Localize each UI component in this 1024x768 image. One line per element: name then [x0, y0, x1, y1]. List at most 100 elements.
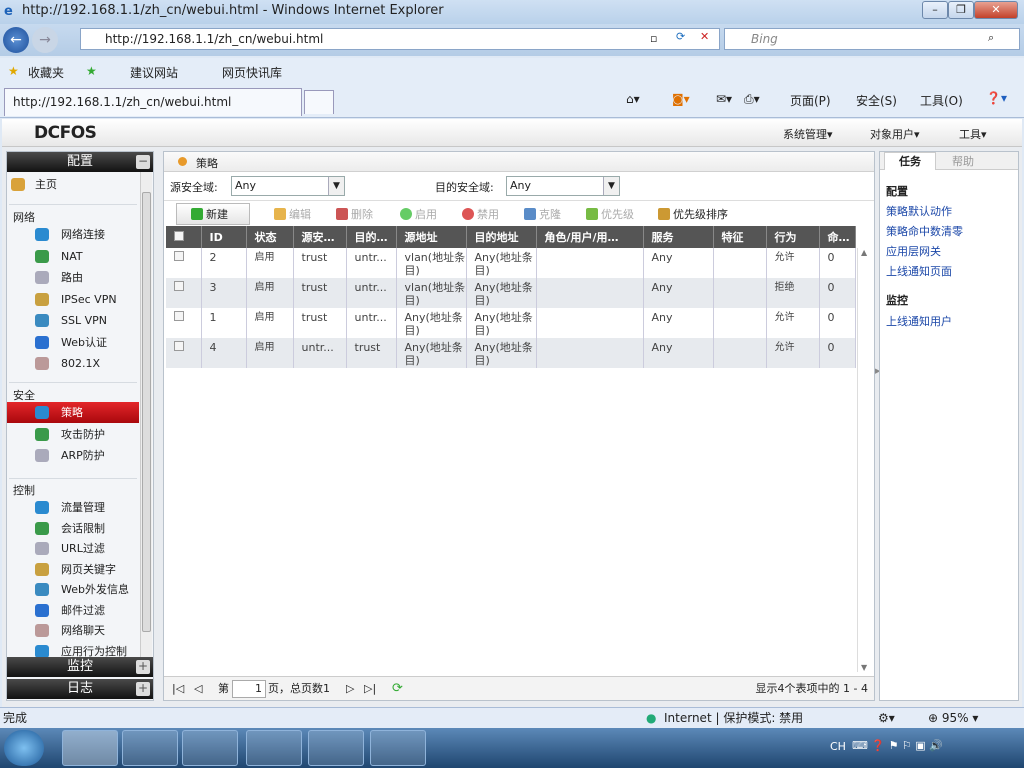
column-header[interactable]: 源地址	[396, 226, 467, 248]
sidebar-item[interactable]: URL过滤	[7, 538, 139, 559]
row-select[interactable]	[166, 338, 202, 368]
sidebar-item[interactable]: 应用行为控制	[7, 641, 139, 657]
delete-button[interactable]: 删除	[336, 204, 373, 226]
row-checkbox[interactable]	[174, 281, 184, 291]
refresh-icon[interactable]: ⟳	[392, 677, 403, 701]
sidebar-item[interactable]: 路由	[7, 267, 139, 288]
tools-menu[interactable]: 工具(O)	[920, 92, 963, 109]
table-row[interactable]: 3 启用 trust untr... vlan(地址条目) Any(地址条目) Any 拒绝 0	[166, 278, 856, 308]
refresh-icon[interactable]: ⟳	[676, 30, 685, 43]
section-config[interactable]: 配置 −	[7, 152, 153, 172]
section-monitor[interactable]: 监控 +	[7, 657, 153, 677]
sidebar-item-home[interactable]: 主页	[7, 174, 139, 195]
src-zone-select[interactable]: Any ▼	[231, 176, 345, 196]
expand-icon[interactable]: +	[136, 682, 150, 696]
back-button[interactable]: ←	[3, 27, 29, 53]
next-page-button[interactable]: ▷	[346, 677, 354, 701]
taskbar-ie[interactable]	[62, 730, 118, 766]
link-notify-page[interactable]: 上线通知页面	[886, 263, 952, 279]
new-tab-button[interactable]	[304, 90, 334, 114]
table-scrollbar[interactable]: ▲ ▼	[857, 248, 871, 672]
sidebar-item[interactable]: IPSec VPN	[7, 289, 139, 310]
help-icon[interactable]: ❓▾	[986, 91, 1007, 105]
row-checkbox[interactable]	[174, 311, 184, 321]
column-header[interactable]: 服务	[643, 226, 714, 248]
safety-menu[interactable]: 安全(S)	[856, 92, 897, 109]
dst-zone-select[interactable]: Any ▼	[506, 176, 620, 196]
sidebar-item[interactable]: 网络聊天	[7, 620, 139, 641]
suggested-sites-link[interactable]: 建议网站	[130, 64, 178, 81]
sidebar-item[interactable]: NAT	[7, 246, 139, 267]
new-button[interactable]: 新建	[176, 203, 250, 225]
priority-sort-button[interactable]: 优先级排序	[658, 204, 728, 226]
scroll-thumb[interactable]	[142, 192, 151, 632]
forward-button[interactable]: →	[32, 27, 58, 53]
mail-icon[interactable]: ✉▾	[716, 92, 732, 106]
home-icon[interactable]: ⌂▾	[626, 92, 640, 106]
column-header[interactable]: 源安…	[293, 226, 347, 248]
sidebar-scrollbar[interactable]	[140, 172, 152, 657]
chevron-down-icon[interactable]: ▼	[603, 177, 619, 195]
row-checkbox[interactable]	[174, 251, 184, 261]
feeds-icon[interactable]: ◙▾	[672, 92, 690, 106]
start-button[interactable]	[4, 730, 44, 766]
security-zone[interactable]: Internet | 保护模式: 禁用	[664, 708, 803, 728]
prev-page-button[interactable]: ◁	[194, 677, 202, 701]
disable-button[interactable]: 禁用	[462, 204, 499, 226]
link-alg[interactable]: 应用层网关	[886, 243, 941, 259]
sidebar-item[interactable]: 邮件过滤	[7, 600, 139, 621]
taskbar-media[interactable]	[182, 730, 238, 766]
tab-tasks[interactable]: 任务	[884, 152, 936, 170]
sidebar-item[interactable]: Web外发信息	[7, 579, 139, 600]
last-page-button[interactable]: ▷|	[364, 677, 376, 701]
minimize-button[interactable]: –	[922, 1, 948, 19]
chevron-down-icon[interactable]: ▼	[328, 177, 344, 195]
tab-help[interactable]: 帮助	[938, 154, 988, 170]
collapse-icon[interactable]: −	[136, 155, 150, 169]
sidebar-item[interactable]: ARP防护	[7, 445, 139, 466]
sidebar-item[interactable]: Web认证	[7, 332, 139, 353]
link-online-users[interactable]: 上线通知用户	[886, 313, 952, 329]
search-icon[interactable]: ⌕	[988, 31, 994, 45]
column-header[interactable]: 状态	[246, 226, 294, 248]
taskbar-app1[interactable]	[246, 730, 302, 766]
expand-icon[interactable]: +	[136, 660, 150, 674]
language-indicator[interactable]: CH	[830, 740, 846, 753]
favorites-button[interactable]: 收藏夹	[28, 64, 64, 81]
row-select[interactable]	[166, 278, 202, 308]
addon-icon[interactable]: ⚙▾	[878, 708, 895, 728]
priority-button[interactable]: 优先级	[586, 204, 634, 226]
table-row[interactable]: 4 启用 untr... trust Any(地址条目) Any(地址条目) Any 允许 0	[166, 338, 856, 368]
column-header[interactable]: 目的…	[346, 226, 397, 248]
sidebar-item[interactable]: 网络连接	[7, 224, 139, 245]
sidebar-item[interactable]: 会话限制	[7, 518, 139, 539]
taskbar-app2[interactable]	[308, 730, 364, 766]
maximize-button[interactable]: ❐	[948, 1, 974, 19]
select-all-checkbox[interactable]	[174, 230, 184, 241]
row-select[interactable]	[166, 308, 202, 338]
sidebar-item[interactable]: 网页关键字	[7, 559, 139, 580]
menu-tools[interactable]: 工具▾	[959, 126, 987, 142]
sidebar-item[interactable]: 流量管理	[7, 497, 139, 518]
page-input[interactable]: 1	[232, 680, 266, 698]
column-header[interactable]: 命…	[819, 226, 856, 248]
link-clear-hits[interactable]: 策略命中数清零	[886, 223, 963, 239]
close-button[interactable]: ✕	[974, 1, 1018, 19]
url-input[interactable]: http://192.168.1.1/zh_cn/webui.html	[80, 28, 720, 50]
menu-system[interactable]: 系统管理▾	[783, 126, 833, 142]
sidebar-item[interactable]: 802.1X	[7, 353, 139, 374]
taskbar-explorer[interactable]	[122, 730, 178, 766]
taskbar-app3[interactable]	[370, 730, 426, 766]
tray-icons[interactable]: ⌨ ❓ ⚑ ⚐ ▣ 🔊	[852, 739, 943, 752]
sidebar-item[interactable]: 攻击防护	[7, 424, 139, 445]
table-row[interactable]: 1 启用 trust untr... Any(地址条目) Any(地址条目) Any 允许 0	[166, 308, 856, 338]
browser-tab[interactable]: http://192.168.1.1/zh_cn/webui.html	[4, 88, 302, 116]
enable-button[interactable]: 启用	[400, 204, 437, 226]
add-favorite-icon[interactable]: ★	[86, 64, 97, 78]
print-icon[interactable]: ⎙▾	[744, 92, 760, 107]
select-all-header[interactable]	[166, 226, 202, 248]
clone-button[interactable]: 克隆	[524, 204, 561, 226]
row-select[interactable]	[166, 248, 202, 278]
zoom-control[interactable]: ⊕ 95% ▾	[928, 708, 978, 728]
sidebar-item[interactable]: SSL VPN	[7, 310, 139, 331]
